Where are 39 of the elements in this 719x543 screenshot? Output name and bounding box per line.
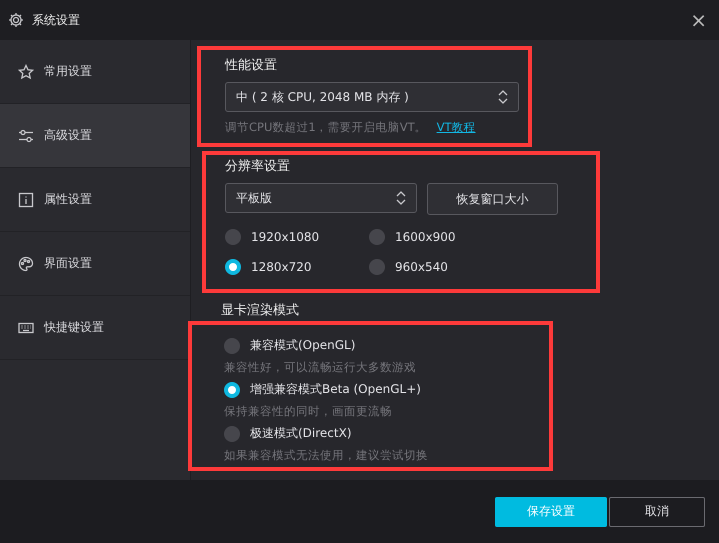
radio-button[interactable]	[225, 259, 241, 275]
hint-text: 保持兼容性的同时，画面更流畅	[224, 404, 393, 419]
radio-button[interactable]	[369, 229, 385, 245]
section-title: 显卡渲染模式	[221, 302, 300, 319]
star-icon	[18, 64, 34, 80]
radio-button[interactable]	[224, 426, 240, 442]
dropdown[interactable]: 中 ( 2 核 CPU, 2048 MB 内存 )	[225, 82, 519, 112]
option-label: 1920x1080	[251, 230, 320, 244]
updown-caret-icon	[498, 89, 508, 105]
info-icon	[18, 192, 34, 208]
radio-button[interactable]	[224, 382, 240, 398]
sidebar-item[interactable]: 界面设置	[0, 232, 190, 296]
sidebar-item[interactable]: 快捷键设置	[0, 296, 190, 360]
option-label: 兼容模式(OpenGL)	[250, 337, 356, 354]
radio-button[interactable]	[225, 229, 241, 245]
window-title: 系统设置	[32, 12, 81, 28]
dropdown[interactable]: 平板版	[225, 183, 417, 213]
hint-text: 调节CPU数超过1，需要开启电脑VT。	[225, 120, 427, 135]
section-title: 性能设置	[225, 57, 278, 74]
hint-text: 如果兼容模式无法使用，建议尝试切换	[224, 448, 429, 463]
cancel-button[interactable]: 取消	[609, 496, 705, 526]
settings-icon	[8, 12, 24, 28]
radio-button[interactable]	[224, 338, 240, 354]
option-label: 极速模式(DirectX)	[250, 425, 352, 442]
palette-icon	[18, 256, 34, 272]
updown-caret-icon	[396, 190, 406, 206]
sliders-icon	[18, 128, 34, 144]
close-button[interactable]: ×	[686, 10, 711, 30]
tutorial-link[interactable]: VT教程	[436, 120, 476, 135]
option-label: 1280x720	[251, 260, 312, 274]
hint-text: 兼容性好，可以流畅运行大多数游戏	[224, 360, 417, 375]
restore-size-button[interactable]: 恢复窗口大小	[427, 183, 558, 215]
section-title: 分辨率设置	[225, 158, 291, 175]
radio-button[interactable]	[369, 259, 385, 275]
option-label: 1600x900	[395, 230, 456, 244]
sidebar-item[interactable]: 属性设置	[0, 168, 190, 232]
sidebar-item[interactable]: 高级设置	[0, 104, 190, 168]
option-label: 增强兼容模式Beta (OpenGL+)	[250, 381, 421, 398]
option-label: 960x540	[395, 260, 448, 274]
